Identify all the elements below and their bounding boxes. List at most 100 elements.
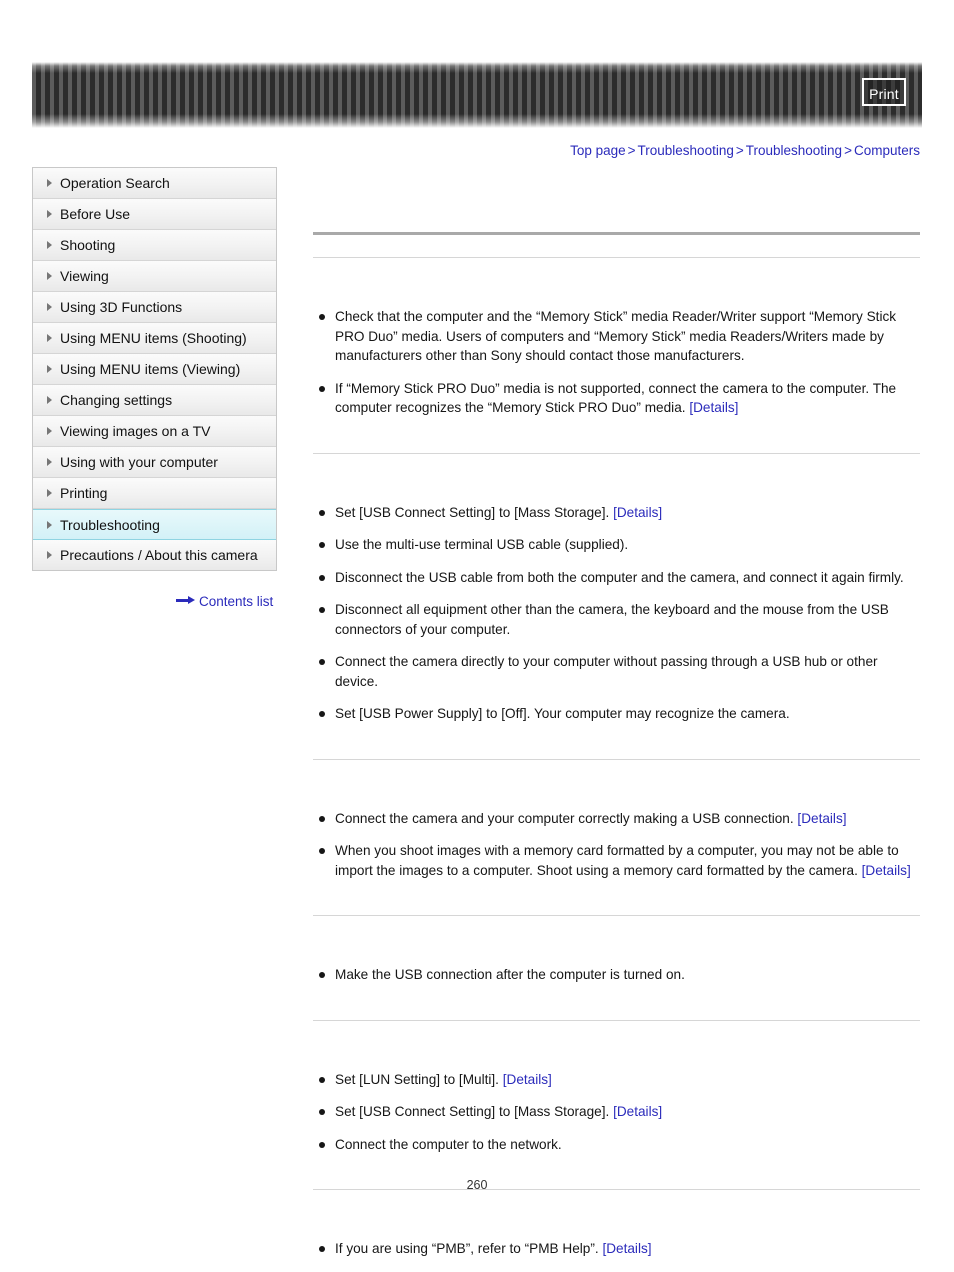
content-section: If you are using “PMB”, refer to “PMB He…	[313, 1190, 920, 1259]
contents-list-label: Contents list	[199, 593, 274, 609]
bullet-text: Set [USB Power Supply] to [Off]. Your co…	[335, 706, 790, 721]
sidebar-item-changing-settings[interactable]: Changing settings	[33, 385, 276, 416]
bullet-text: When you shoot images with a memory card…	[335, 843, 899, 878]
triangle-right-icon	[47, 396, 52, 404]
bullet-item: Use the multi-use terminal USB cable (su…	[313, 535, 920, 555]
bullet-item: Set [USB Connect Setting] to [Mass Stora…	[313, 503, 920, 523]
sidebar-item-label: Viewing images on a TV	[60, 423, 211, 439]
sidebar-item-label: Using with your computer	[60, 454, 218, 470]
section-heading	[313, 922, 920, 941]
breadcrumb-item-top-page[interactable]: Top page	[570, 143, 626, 158]
sidebar-item-using-with-your-computer[interactable]: Using with your computer	[33, 447, 276, 478]
arrow-right-icon	[176, 595, 195, 605]
bullet-item: Disconnect the USB cable from both the c…	[313, 568, 920, 588]
sidebar-item-label: Using MENU items (Viewing)	[60, 361, 241, 377]
section-heading	[313, 460, 920, 479]
sidebar-item-troubleshooting[interactable]: Troubleshooting	[33, 509, 276, 540]
bullet-item: Make the USB connection after the comput…	[313, 965, 920, 985]
sidebar-item-label: Using 3D Functions	[60, 299, 183, 315]
sections-container: Check that the computer and the “Memory …	[313, 258, 920, 1259]
bullet-item: Connect the camera directly to your comp…	[313, 652, 920, 691]
bullet-text: If “Memory Stick PRO Duo” media is not s…	[335, 380, 897, 416]
main-content: Check that the computer and the “Memory …	[313, 205, 920, 1272]
bullet-list: Make the USB connection after the comput…	[313, 965, 920, 985]
details-link[interactable]: [Details]	[862, 863, 911, 878]
triangle-right-icon	[47, 551, 52, 559]
sidebar-item-label: Viewing	[60, 268, 109, 284]
contents-list-link[interactable]: Contents list	[176, 593, 273, 609]
bullet-text: Use the multi-use terminal USB cable (su…	[335, 537, 629, 552]
content-section: Set [USB Connect Setting] to [Mass Stora…	[313, 454, 920, 724]
breadcrumb-separator: >	[735, 143, 744, 158]
content-section: Set [LUN Setting] to [Multi]. [Details] S…	[313, 1021, 920, 1155]
breadcrumb-item-troubleshooting-2[interactable]: Troubleshooting	[746, 143, 842, 158]
bullet-list: Set [USB Connect Setting] to [Mass Stora…	[313, 503, 920, 724]
triangle-right-icon	[47, 272, 52, 280]
sidebar-item-label: Using MENU items (Shooting)	[60, 330, 247, 346]
bullet-item: Set [USB Power Supply] to [Off]. Your co…	[313, 704, 920, 724]
sidebar-item-using-menu-items-viewing[interactable]: Using MENU items (Viewing)	[33, 354, 276, 385]
bullet-text: Disconnect all equipment other than the …	[335, 602, 889, 637]
bullet-text: Connect the camera directly to your comp…	[335, 654, 878, 689]
details-link[interactable]: [Details]	[503, 1072, 552, 1087]
bullet-item: Set [USB Connect Setting] to [Mass Stora…	[313, 1102, 920, 1122]
breadcrumb: Top page > Troubleshooting > Troubleshooting…	[570, 143, 920, 158]
bullet-text: Connect the camera and your computer cor…	[335, 810, 798, 826]
breadcrumb-separator: >	[844, 143, 852, 158]
bullet-text: If you are using “PMB”, refer to “PMB He…	[335, 1241, 603, 1256]
bullet-list: Connect the camera and your computer cor…	[313, 809, 920, 881]
sidebar-item-label: Precautions / About this camera	[60, 547, 258, 563]
triangle-right-icon	[47, 334, 52, 342]
bullet-text: Make the USB connection after the comput…	[335, 967, 685, 982]
bullet-item: Connect the camera and your computer cor…	[313, 809, 920, 829]
section-heading	[313, 1027, 920, 1046]
content-section: Check that the computer and the “Memory …	[313, 258, 920, 418]
page-number: 260	[466, 1178, 488, 1192]
triangle-right-icon	[47, 179, 52, 187]
details-link[interactable]: [Details]	[613, 505, 662, 520]
triangle-right-icon	[47, 427, 52, 435]
details-link[interactable]: [Details]	[689, 400, 738, 415]
sidebar-item-label: Printing	[60, 485, 108, 501]
sidebar-item-label: Before Use	[60, 206, 131, 222]
bullet-text: Set [USB Connect Setting] to [Mass Stora…	[335, 1104, 614, 1119]
triangle-right-icon	[47, 458, 52, 466]
bullet-text: Disconnect the USB cable from both the c…	[335, 569, 904, 585]
sidebar-item-printing[interactable]: Printing	[33, 478, 276, 509]
bullet-item: If “Memory Stick PRO Duo” media is not s…	[313, 379, 920, 418]
sidebar-item-viewing[interactable]: Viewing	[33, 261, 276, 292]
triangle-right-icon	[47, 365, 52, 373]
section-heading	[313, 264, 920, 283]
page-title	[313, 208, 920, 228]
bullet-item: Check that the computer and the “Memory …	[313, 307, 920, 366]
bullet-text: Connect the computer to the network.	[335, 1136, 562, 1152]
sidebar-item-using-menu-items-shooting[interactable]: Using MENU items (Shooting)	[33, 323, 276, 354]
bullet-list: Check that the computer and the “Memory …	[313, 307, 920, 418]
section-heading	[313, 1196, 920, 1215]
breadcrumb-item-troubleshooting-1[interactable]: Troubleshooting	[638, 143, 734, 158]
section-heading	[313, 766, 920, 785]
breadcrumb-item-computers[interactable]: Computers	[854, 143, 920, 158]
header-banner: Print	[32, 62, 922, 128]
triangle-right-icon	[47, 520, 52, 529]
triangle-right-icon	[47, 241, 52, 249]
sidebar-item-label: Changing settings	[60, 392, 173, 408]
content-section: Connect the camera and your computer cor…	[313, 760, 920, 881]
details-link[interactable]: [Details]	[602, 1241, 651, 1256]
sidebar-item-label: Operation Search	[60, 175, 170, 191]
bullet-item: Set [LUN Setting] to [Multi]. [Details]	[313, 1070, 920, 1090]
bullet-item: Connect the computer to the network.	[313, 1135, 920, 1155]
triangle-right-icon	[47, 303, 52, 311]
breadcrumb-separator: >	[627, 143, 636, 158]
sidebar-item-before-use[interactable]: Before Use	[33, 199, 276, 230]
sidebar-item-precautions-about-this-camera[interactable]: Precautions / About this camera	[33, 540, 276, 571]
sidebar-nav: Operation Search Before Use Shooting Viewin…	[32, 167, 277, 571]
sidebar-item-shooting[interactable]: Shooting	[33, 230, 276, 261]
details-link[interactable]: [Details]	[613, 1104, 662, 1119]
sidebar-item-operation-search[interactable]: Operation Search	[33, 168, 276, 199]
sidebar-item-viewing-images-on-a-tv[interactable]: Viewing images on a TV	[33, 416, 276, 447]
bullet-item: If you are using “PMB”, refer to “PMB He…	[313, 1239, 920, 1259]
print-button[interactable]: Print	[862, 78, 906, 106]
sidebar-item-using-3d-functions[interactable]: Using 3D Functions	[33, 292, 276, 323]
details-link[interactable]: [Details]	[797, 811, 846, 826]
